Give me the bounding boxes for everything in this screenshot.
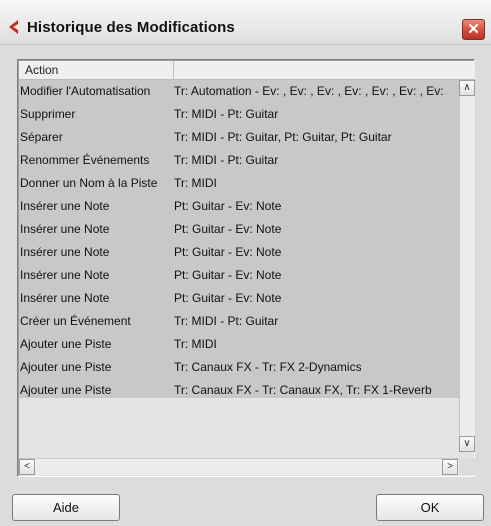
title-bar[interactable]: Historique des Modifications ✕ [0, 0, 491, 45]
row-action: Insérer une Note [20, 245, 110, 259]
history-row[interactable]: Insérer une Note Pt: Guitar - Ev: Note [19, 287, 459, 310]
list-header: Action [19, 61, 475, 80]
row-detail: Tr: MIDI - Pt: Guitar [174, 107, 279, 121]
column-header-detail[interactable] [174, 61, 475, 79]
row-action: Insérer une Note [20, 199, 110, 213]
scroll-left-button[interactable]: < [19, 459, 35, 475]
row-detail: Tr: MIDI - Pt: Guitar [174, 314, 279, 328]
row-action: Ajouter une Piste [20, 383, 112, 397]
column-header-action[interactable]: Action [19, 61, 174, 79]
history-row[interactable]: Donner un Nom à la Piste Tr: MIDI [19, 172, 459, 195]
history-row[interactable]: Renommer Événements Tr: MIDI - Pt: Guita… [19, 149, 459, 172]
horizontal-scrollbar[interactable]: < > [19, 458, 459, 475]
history-row[interactable]: Ajouter une Piste Tr: MIDI [19, 333, 459, 356]
history-row[interactable]: Créer un Événement Tr: MIDI - Pt: Guitar [19, 310, 459, 333]
close-button[interactable]: ✕ [462, 19, 485, 40]
row-detail: Tr: Canaux FX - Tr: Canaux FX, Tr: FX 1-… [174, 383, 432, 397]
vertical-scrollbar[interactable]: ∧ ∨ [459, 80, 475, 452]
history-row[interactable]: Insérer une Note Pt: Guitar - Ev: Note [19, 218, 459, 241]
row-detail: Tr: Automation - Ev: , Ev: , Ev: , Ev: ,… [174, 84, 444, 98]
scroll-corner [459, 458, 475, 475]
list-empty-area [19, 398, 459, 451]
scroll-right-button[interactable]: > [442, 459, 458, 475]
row-action: Supprimer [20, 107, 76, 121]
row-detail: Tr: MIDI - Pt: Guitar, Pt: Guitar, Pt: G… [174, 130, 392, 144]
history-row[interactable]: Modifier l'Automatisation Tr: Automation… [19, 80, 459, 103]
row-action: Insérer une Note [20, 291, 110, 305]
row-detail: Tr: MIDI - Pt: Guitar [174, 153, 279, 167]
row-detail: Pt: Guitar - Ev: Note [174, 291, 282, 305]
history-row[interactable]: Supprimer Tr: MIDI - Pt: Guitar [19, 103, 459, 126]
row-action: Ajouter une Piste [20, 337, 112, 351]
row-detail: Pt: Guitar - Ev: Note [174, 222, 282, 236]
window-title: Historique des Modifications [27, 19, 235, 36]
row-action: Renommer Événements [20, 153, 150, 167]
row-action: Créer un Événement [20, 314, 131, 328]
row-action: Insérer une Note [20, 222, 110, 236]
row-detail: Pt: Guitar - Ev: Note [174, 245, 282, 259]
row-detail: Tr: MIDI [174, 337, 217, 351]
history-row[interactable]: Ajouter une Piste Tr: Canaux FX - Tr: Ca… [19, 379, 459, 398]
scroll-up-button[interactable]: ∧ [459, 80, 475, 96]
history-row[interactable]: Ajouter une Piste Tr: Canaux FX - Tr: FX… [19, 356, 459, 379]
row-detail: Pt: Guitar - Ev: Note [174, 268, 282, 282]
row-action: Insérer une Note [20, 268, 110, 282]
history-rows: Modifier l'Automatisation Tr: Automation… [19, 80, 459, 398]
row-action: Donner un Nom à la Piste [20, 176, 158, 190]
row-action: Ajouter une Piste [20, 360, 112, 374]
row-action: Séparer [20, 130, 63, 144]
help-button[interactable]: Aide [12, 494, 120, 521]
row-action: Modifier l'Automatisation [20, 84, 151, 98]
app-logo-icon [9, 20, 18, 34]
history-list[interactable]: Action Modifier l'Automatisation Tr: Aut… [17, 59, 475, 477]
ok-button[interactable]: OK [376, 494, 484, 521]
history-row[interactable]: Insérer une Note Pt: Guitar - Ev: Note [19, 195, 459, 218]
history-row[interactable]: Insérer une Note Pt: Guitar - Ev: Note [19, 241, 459, 264]
row-detail: Tr: Canaux FX - Tr: FX 2-Dynamics [174, 360, 362, 374]
scroll-down-button[interactable]: ∨ [459, 436, 475, 452]
row-detail: Tr: MIDI [174, 176, 217, 190]
row-detail: Pt: Guitar - Ev: Note [174, 199, 282, 213]
history-dialog: Historique des Modifications ✕ Action Mo… [0, 0, 491, 526]
history-row[interactable]: Insérer une Note Pt: Guitar - Ev: Note [19, 264, 459, 287]
history-row[interactable]: Séparer Tr: MIDI - Pt: Guitar, Pt: Guita… [19, 126, 459, 149]
